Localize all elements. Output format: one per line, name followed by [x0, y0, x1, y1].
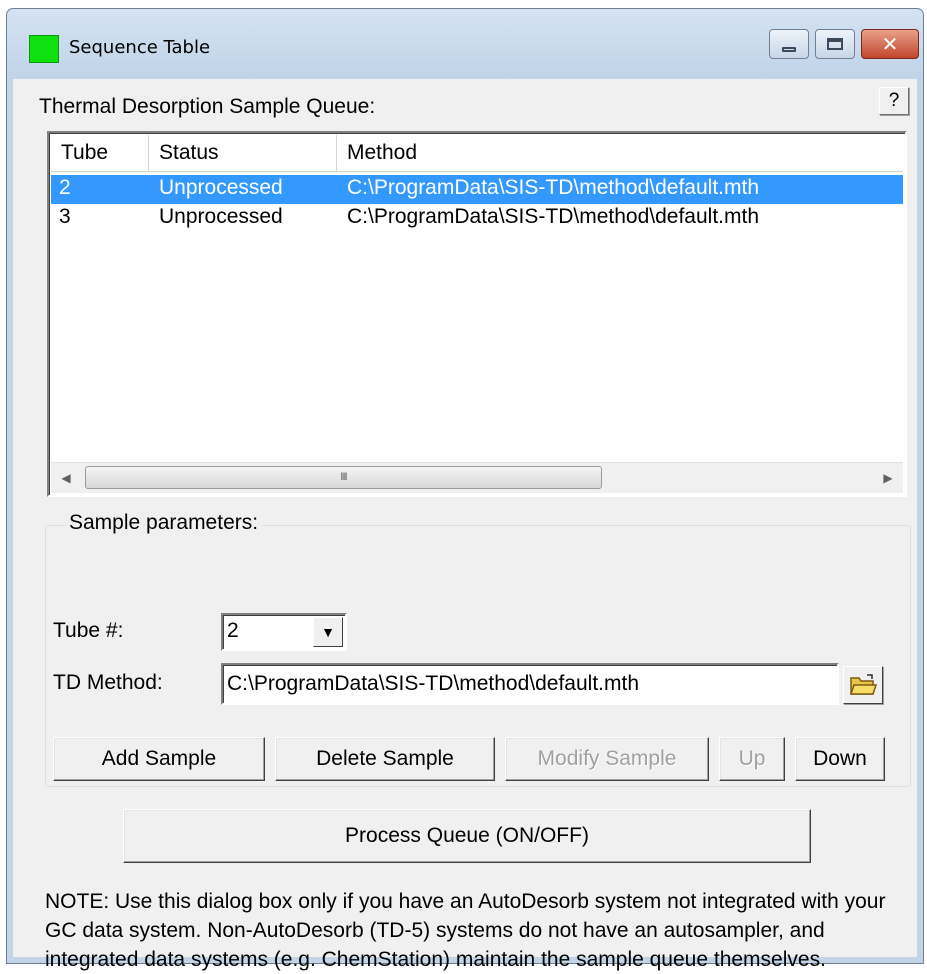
- table-row[interactable]: 3 Unprocessed C:\ProgramData\SIS-TD\meth…: [51, 204, 903, 233]
- cell-tube: 2: [59, 176, 71, 199]
- column-header-tube[interactable]: Tube: [51, 135, 149, 171]
- dialog-client-area: ? Thermal Desorption Sample Queue: Tube …: [13, 79, 917, 971]
- column-header-status[interactable]: Status: [149, 135, 337, 171]
- sequence-table-window: Sequence Table ✕ ? Thermal Desorption Sa…: [6, 8, 924, 971]
- add-sample-button[interactable]: Add Sample: [53, 737, 265, 781]
- scroll-thumb[interactable]: III: [85, 466, 602, 489]
- maximize-icon: [827, 38, 843, 50]
- cell-status: Unprocessed: [159, 176, 283, 199]
- cell-status: Unprocessed: [159, 205, 283, 228]
- queue-label: Thermal Desorption Sample Queue:: [39, 95, 376, 118]
- cell-method: C:\ProgramData\SIS-TD\method\default.mth: [347, 205, 759, 228]
- process-queue-button[interactable]: Process Queue (ON/OFF): [123, 809, 811, 863]
- td-method-value: C:\ProgramData\SIS-TD\method\default.mth: [227, 672, 639, 695]
- modify-sample-button[interactable]: Modify Sample: [505, 737, 709, 781]
- horizontal-scrollbar[interactable]: ◀ III ▶: [51, 462, 903, 493]
- scroll-left-icon[interactable]: ◀: [51, 463, 81, 493]
- maximize-button[interactable]: [815, 29, 855, 59]
- cell-tube: 3: [59, 205, 71, 228]
- td-method-field[interactable]: C:\ProgramData\SIS-TD\method\default.mth: [221, 663, 839, 705]
- folder-open-icon: [849, 674, 877, 695]
- list-header: Tube Status Method: [51, 135, 903, 172]
- title-bar[interactable]: Sequence Table ✕: [7, 9, 923, 79]
- cell-method: C:\ProgramData\SIS-TD\method\default.mth: [347, 176, 759, 199]
- up-button[interactable]: Up: [719, 737, 785, 781]
- delete-sample-button[interactable]: Delete Sample: [275, 737, 495, 781]
- note-text: NOTE: Use this dialog box only if you ha…: [45, 890, 886, 971]
- sample-parameters-legend: Sample parameters:: [65, 511, 263, 535]
- tube-number-combo[interactable]: 2 ▼: [221, 613, 347, 651]
- window-title: Sequence Table: [69, 37, 211, 58]
- minimize-icon: [782, 46, 796, 52]
- app-icon: [29, 35, 59, 63]
- help-button[interactable]: ?: [879, 87, 909, 115]
- scroll-grip-icon: III: [340, 471, 347, 483]
- td-method-label: TD Method:: [53, 671, 163, 694]
- tube-number-label: Tube #:: [53, 619, 124, 642]
- caption-buttons: ✕: [763, 29, 919, 61]
- table-row[interactable]: 2 Unprocessed C:\ProgramData\SIS-TD\meth…: [51, 175, 903, 204]
- tube-number-value: 2: [227, 619, 239, 642]
- close-button[interactable]: ✕: [861, 29, 919, 59]
- column-header-method[interactable]: Method: [337, 135, 903, 171]
- close-icon: ✕: [881, 32, 899, 56]
- browse-method-button[interactable]: [843, 666, 883, 704]
- down-button[interactable]: Down: [795, 737, 885, 781]
- scroll-right-icon[interactable]: ▶: [873, 463, 903, 493]
- chevron-down-icon[interactable]: ▼: [313, 617, 343, 647]
- minimize-button[interactable]: [769, 29, 809, 59]
- sample-queue-list[interactable]: Tube Status Method 2 Unprocessed C:\Prog…: [47, 131, 907, 497]
